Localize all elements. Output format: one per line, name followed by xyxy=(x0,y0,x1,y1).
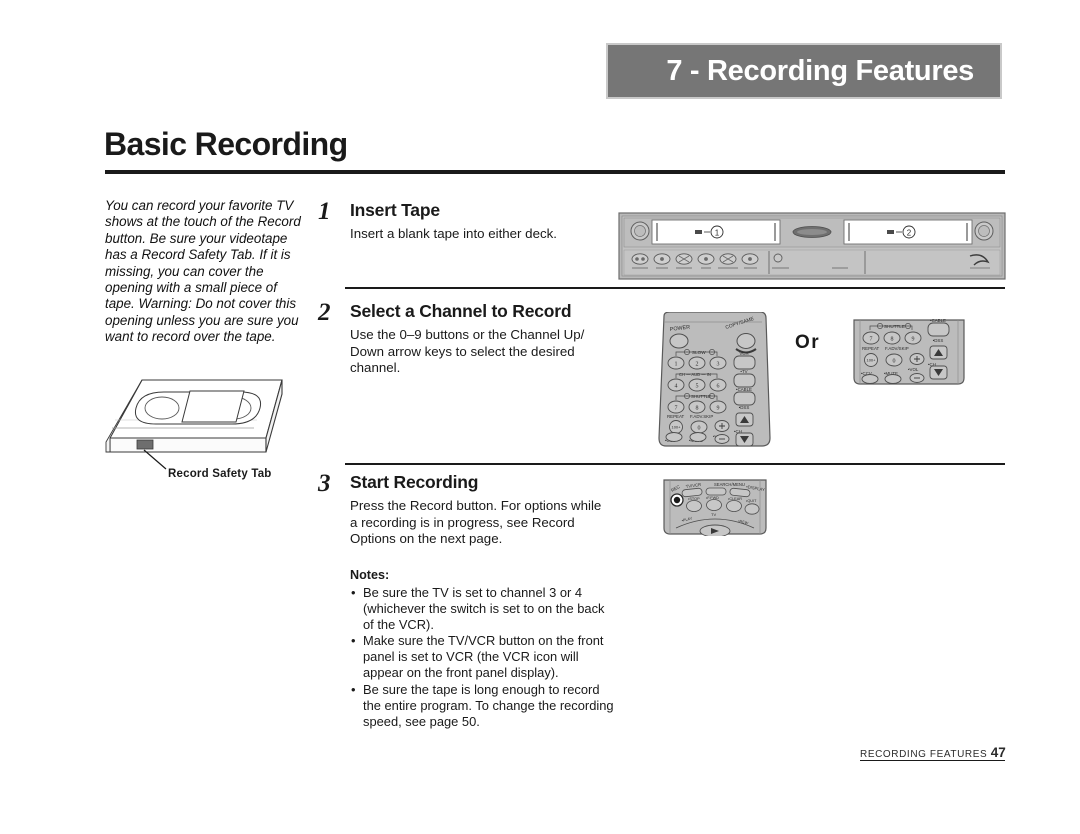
step-2-body: Use the 0–9 buttons or the Channel Up/ D… xyxy=(350,327,585,376)
footer-rule xyxy=(860,760,1005,761)
svg-text:8: 8 xyxy=(696,405,699,411)
remote-record-button-illustration: TV/VCR SEARCH/MENU •DISPLAY REC •STOP •F… xyxy=(663,479,767,536)
bullet-icon: • xyxy=(351,585,356,600)
svg-text:7: 7 xyxy=(870,336,873,342)
svg-text:5: 5 xyxy=(696,383,699,389)
svg-text:•DSS: •DSS xyxy=(933,338,944,343)
title-underline-rule xyxy=(105,170,1005,174)
step-divider-1 xyxy=(345,287,1005,289)
svg-text:TV: TV xyxy=(711,512,716,517)
step-2-heading: Select a Channel to Record xyxy=(350,301,572,321)
svg-text:4: 4 xyxy=(675,383,678,389)
remote-control-illustration: POWER COPY/SAME SLOW 123 CH — AUD — IN 4… xyxy=(658,312,771,447)
note-item: • Be sure the tape is long enough to rec… xyxy=(350,682,618,730)
svg-text:•CLEAR: •CLEAR xyxy=(728,497,742,501)
svg-text:0: 0 xyxy=(698,425,701,431)
footer-section-label: RECORDING FEATURES xyxy=(860,749,988,760)
note-item-text: Be sure the tape is long enough to recor… xyxy=(363,681,614,729)
chapter-banner-title: 7 - Recording Features xyxy=(666,54,974,87)
svg-text:•TV: •TV xyxy=(740,369,747,374)
svg-text:•CABLE: •CABLE xyxy=(736,387,752,392)
svg-text:1: 1 xyxy=(675,361,678,367)
note-item: • Be sure the TV is set to channel 3 or … xyxy=(350,585,618,633)
step-3-body: Press the Record button. For options whi… xyxy=(350,498,602,547)
svg-text:F.ADV/SKIP: F.ADV/SKIP xyxy=(885,346,909,351)
notes-heading: Notes: xyxy=(350,568,390,582)
page-footer: RECORDING FEATURES 47 xyxy=(860,745,1006,760)
note-item-text: Be sure the TV is set to channel 3 or 4 … xyxy=(363,585,605,633)
notes-block: Notes: • Be sure the TV is set to channe… xyxy=(350,568,618,730)
svg-text:•F.FWD: •F.FWD xyxy=(706,496,719,500)
vcr-front-panel-illustration: 1 2 xyxy=(618,212,1006,280)
svg-text:REPEAT: REPEAT xyxy=(862,346,880,351)
step-1-body: Insert a blank tape into either deck. xyxy=(350,226,557,241)
svg-text:2: 2 xyxy=(696,361,699,367)
svg-text:9: 9 xyxy=(717,405,720,411)
svg-text:REPEAT: REPEAT xyxy=(667,414,685,419)
step-1-heading: Insert Tape xyxy=(350,200,440,220)
bullet-icon: • xyxy=(351,633,356,649)
step-divider-2 xyxy=(345,463,1005,465)
note-item: • Make sure the TV/VCR button on the fro… xyxy=(350,633,618,681)
footer-page-number: 47 xyxy=(990,745,1006,760)
svg-text:100+: 100+ xyxy=(866,358,876,363)
cassette-caption: Record Safety Tab xyxy=(168,468,272,480)
svg-text:CH — AUD — IN: CH — AUD — IN xyxy=(679,372,711,377)
svg-text:VCR: VCR xyxy=(739,351,748,356)
svg-text:•STOP: •STOP xyxy=(688,497,700,501)
chapter-banner: 7 - Recording Features xyxy=(606,43,1002,99)
or-connector-label: Or xyxy=(795,332,821,353)
page-title: Basic Recording xyxy=(104,126,348,162)
svg-text:9: 9 xyxy=(912,336,915,342)
svg-text:F.ADV.SKIP: F.ADV.SKIP xyxy=(690,414,713,419)
svg-text:8: 8 xyxy=(891,336,894,342)
svg-text:3: 3 xyxy=(717,361,720,367)
svg-text:•VOL: •VOL xyxy=(908,367,919,372)
step-3-number: 3 xyxy=(318,470,331,497)
bullet-icon: • xyxy=(351,681,356,697)
svg-text:6: 6 xyxy=(717,383,720,389)
svg-text:•DSS: •DSS xyxy=(739,405,750,410)
step-1-number: 1 xyxy=(318,198,331,225)
step-3-heading: Start Recording xyxy=(350,472,479,492)
svg-text:•CABLE: •CABLE xyxy=(930,318,946,323)
svg-text:•QUIT: •QUIT xyxy=(746,499,757,503)
svg-text:7: 7 xyxy=(675,405,678,411)
svg-text:2: 2 xyxy=(907,228,912,237)
svg-text:0: 0 xyxy=(893,358,896,364)
step-2-number: 2 xyxy=(318,299,331,326)
note-item-text: Make sure the TV/VCR button on the front… xyxy=(363,633,604,681)
svg-text:SLOW: SLOW xyxy=(692,350,706,355)
svg-text:SEARCH/MENU: SEARCH/MENU xyxy=(714,482,745,487)
remote-keypad-detail-illustration: SHUTTLE 789 REPEAT F.ADV/SKIP 100+ 0 •CC… xyxy=(853,318,965,385)
svg-text:100+: 100+ xyxy=(671,425,681,430)
svg-text:SHUTTLE: SHUTTLE xyxy=(884,324,905,329)
intro-paragraph: You can record your favorite TV shows at… xyxy=(105,198,301,345)
svg-text:SHUTTLE: SHUTTLE xyxy=(691,394,711,399)
svg-text:1: 1 xyxy=(715,228,720,237)
